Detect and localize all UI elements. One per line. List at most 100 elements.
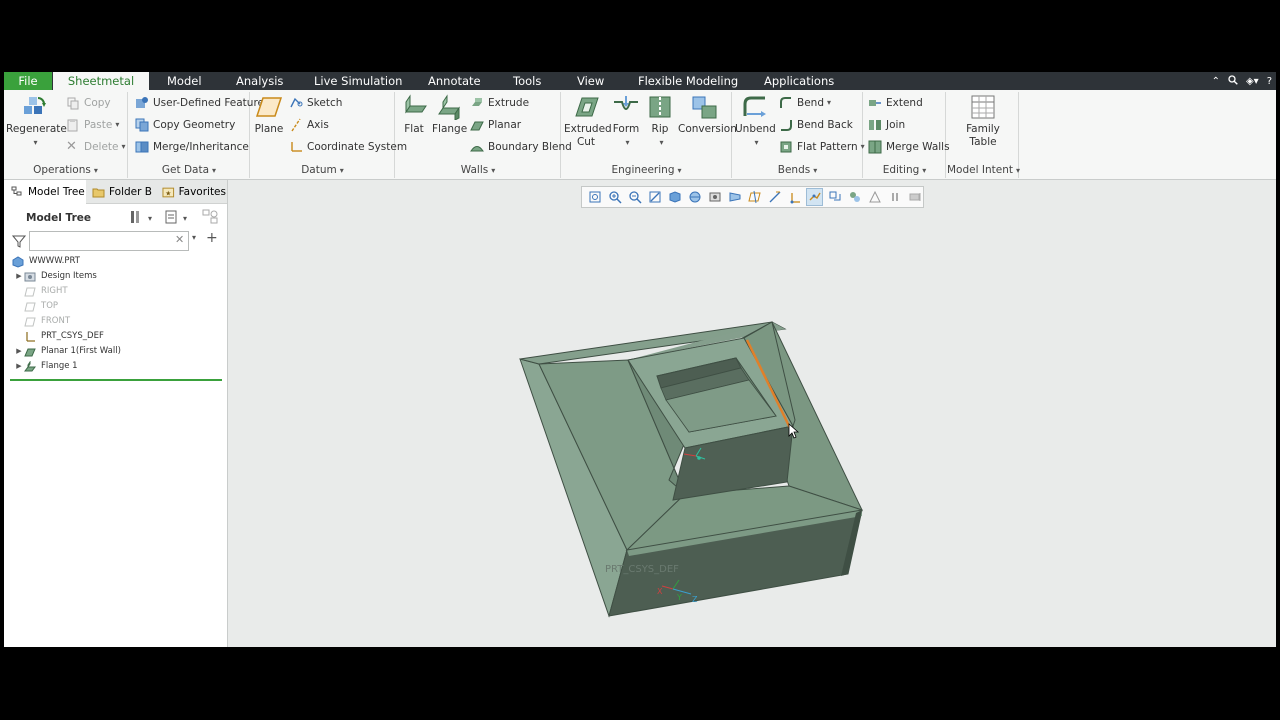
extruded-cut-button[interactable]: Extruded Cut	[564, 94, 612, 149]
conversion-button[interactable]: Conversion	[678, 94, 737, 136]
add-filter-icon[interactable]: +	[206, 230, 218, 246]
tab-sheetmetal[interactable]: Sheetmetal	[53, 72, 149, 90]
planar-button[interactable]: Planar	[470, 116, 521, 134]
sketch-button[interactable]: Sketch	[289, 94, 342, 112]
join-label: Join	[886, 119, 906, 131]
udf-label: User-Defined Feature	[153, 97, 265, 109]
group-label-get-data[interactable]: Get Data ▾	[129, 164, 249, 176]
flat-pattern-button[interactable]: Flat Pattern ▾	[779, 138, 865, 156]
axis-button[interactable]: Axis	[289, 116, 329, 134]
tree-item-label: PRT_CSYS_DEF	[41, 331, 104, 341]
flange-button[interactable]: Flange	[432, 94, 467, 136]
tab-flexible-modeling[interactable]: Flexible Modeling	[638, 72, 738, 90]
delete-button[interactable]: ✕ Delete ▾	[66, 138, 126, 156]
extrude-icon	[472, 98, 482, 106]
expand-icon[interactable]: ▶	[14, 269, 24, 284]
group-label-datum[interactable]: Datum ▾	[251, 164, 394, 176]
group-label-model-intent[interactable]: Model Intent ▾	[947, 164, 1020, 176]
join-button[interactable]: Join	[868, 116, 905, 134]
filter-dropdown-icon[interactable]: ▾	[192, 233, 196, 242]
tab-analysis[interactable]: Analysis	[236, 72, 283, 90]
user-defined-feature-button[interactable]: User-Defined Feature	[135, 94, 264, 112]
family-table-button[interactable]: Family Table	[955, 94, 1011, 149]
regenerate-button[interactable]: Regenerate ▾	[6, 94, 67, 149]
form-button[interactable]: Form ▾	[610, 94, 642, 149]
tab-live-simulation[interactable]: Live Simulation	[314, 72, 402, 90]
tab-folder-browser[interactable]: Folder B	[88, 180, 154, 204]
collapse-ribbon-icon[interactable]: ⌃	[1212, 76, 1220, 87]
group-label-engineering[interactable]: Engineering ▾	[562, 164, 731, 176]
flat-pattern-label: Flat Pattern	[797, 141, 858, 153]
datum-plane-icon	[24, 317, 36, 326]
tree-item-design-items[interactable]: ▶ Design Items	[14, 269, 97, 284]
group-get-data: User-Defined Feature Copy Geometry Merge…	[129, 92, 264, 178]
settings-icon[interactable]: ◈▾	[1246, 76, 1259, 87]
copy-geometry-icon	[135, 118, 149, 132]
clear-search-icon[interactable]: ✕	[175, 233, 184, 246]
group-walls: Flat Flange Extrude Planar Boundary Blen…	[396, 92, 572, 178]
tree-item-right-plane[interactable]: RIGHT	[24, 284, 68, 299]
tab-model-tree[interactable]: Model Tree	[4, 180, 86, 204]
show-menu-icon[interactable]: ▾	[164, 209, 190, 228]
boundary-blend-label: Boundary Blend	[488, 141, 572, 153]
filter-icon[interactable]	[11, 233, 27, 252]
merge-inheritance-button[interactable]: Merge/Inheritance	[135, 138, 249, 156]
regenerate-icon	[20, 94, 48, 120]
group-label-walls[interactable]: Walls ▾	[396, 164, 560, 176]
tree-item-csys[interactable]: PRT_CSYS_DEF	[24, 329, 104, 344]
paste-button[interactable]: Paste ▾	[66, 116, 119, 134]
expand-icon[interactable]: ▶	[14, 344, 24, 359]
copy-geometry-label: Copy Geometry	[153, 119, 236, 131]
tree-item-planar-1[interactable]: ▶ Planar 1(First Wall)	[14, 344, 121, 359]
tree-item-flange-1[interactable]: ▶ Flange 1	[14, 359, 78, 374]
bend-button[interactable]: Bend ▾	[779, 94, 831, 112]
tree-settings-icon[interactable]: ▾	[130, 209, 154, 228]
menu-bar: File Sheetmetal Model Analysis Live Simu…	[4, 72, 1276, 90]
find-in-tree-icon[interactable]	[202, 209, 220, 228]
planar-icon	[470, 121, 484, 131]
unbend-button[interactable]: Unbend ▾	[735, 94, 776, 149]
part-model[interactable]: PRT_CSYS_DEF X Y Z	[229, 180, 1276, 647]
flange-wall-icon	[24, 360, 36, 371]
bend-back-button[interactable]: Bend Back	[779, 116, 853, 134]
copy-button[interactable]: Copy	[66, 94, 111, 112]
help-icon[interactable]: ?	[1267, 76, 1272, 87]
flat-button[interactable]: Flat	[398, 94, 430, 136]
flat-icon	[400, 94, 428, 120]
tab-model[interactable]: Model	[167, 72, 202, 90]
tab-favorites-label: Favorites	[178, 186, 226, 198]
tree-item-front-plane[interactable]: FRONT	[24, 314, 70, 329]
tab-view[interactable]: View	[577, 72, 604, 90]
extrude-button[interactable]: Extrude	[470, 94, 529, 112]
tab-favorites[interactable]: ★ Favorites	[158, 180, 226, 204]
extruded-cut-label-1: Extruded	[564, 123, 612, 135]
tab-annotate[interactable]: Annotate	[428, 72, 481, 90]
plane-button[interactable]: Plane	[253, 94, 285, 136]
folder-icon	[92, 188, 105, 197]
merge-walls-button[interactable]: Merge Walls	[868, 138, 950, 156]
tree-item-top-plane[interactable]: TOP	[24, 299, 58, 314]
tab-applications[interactable]: Applications	[764, 72, 834, 90]
group-label-bends[interactable]: Bends ▾	[733, 164, 862, 176]
group-label-operations[interactable]: Operations ▾	[4, 164, 127, 176]
datum-plane-icon	[24, 302, 36, 311]
csys-label: PRT_CSYS_DEF	[605, 564, 679, 575]
expand-icon[interactable]: ▶	[14, 359, 24, 374]
extend-button[interactable]: Extend	[868, 94, 923, 112]
boundary-blend-button[interactable]: Boundary Blend	[470, 138, 572, 156]
graphics-viewport[interactable]: PRT_CSYS_DEF X Y Z	[229, 180, 1276, 647]
insert-here-marker[interactable]	[10, 379, 222, 381]
join-icon	[869, 120, 881, 130]
tab-file[interactable]: File	[4, 72, 52, 90]
rip-button[interactable]: Rip ▾	[646, 94, 674, 149]
group-operations: Regenerate ▾ Copy Paste ▾ ✕ Delete ▾ Operat…	[4, 92, 128, 178]
coordinate-system-button[interactable]: Coordinate System	[289, 138, 407, 156]
tree-item-part[interactable]: WWWW.PRT	[12, 254, 80, 269]
tree-search-input[interactable]	[29, 231, 189, 251]
copy-geometry-button[interactable]: Copy Geometry	[135, 116, 235, 134]
rip-label: Rip	[651, 123, 669, 135]
group-label-editing[interactable]: Editing ▾	[864, 164, 945, 176]
copy-icon	[67, 97, 79, 110]
search-icon[interactable]	[1228, 74, 1238, 88]
tab-tools[interactable]: Tools	[513, 72, 541, 90]
